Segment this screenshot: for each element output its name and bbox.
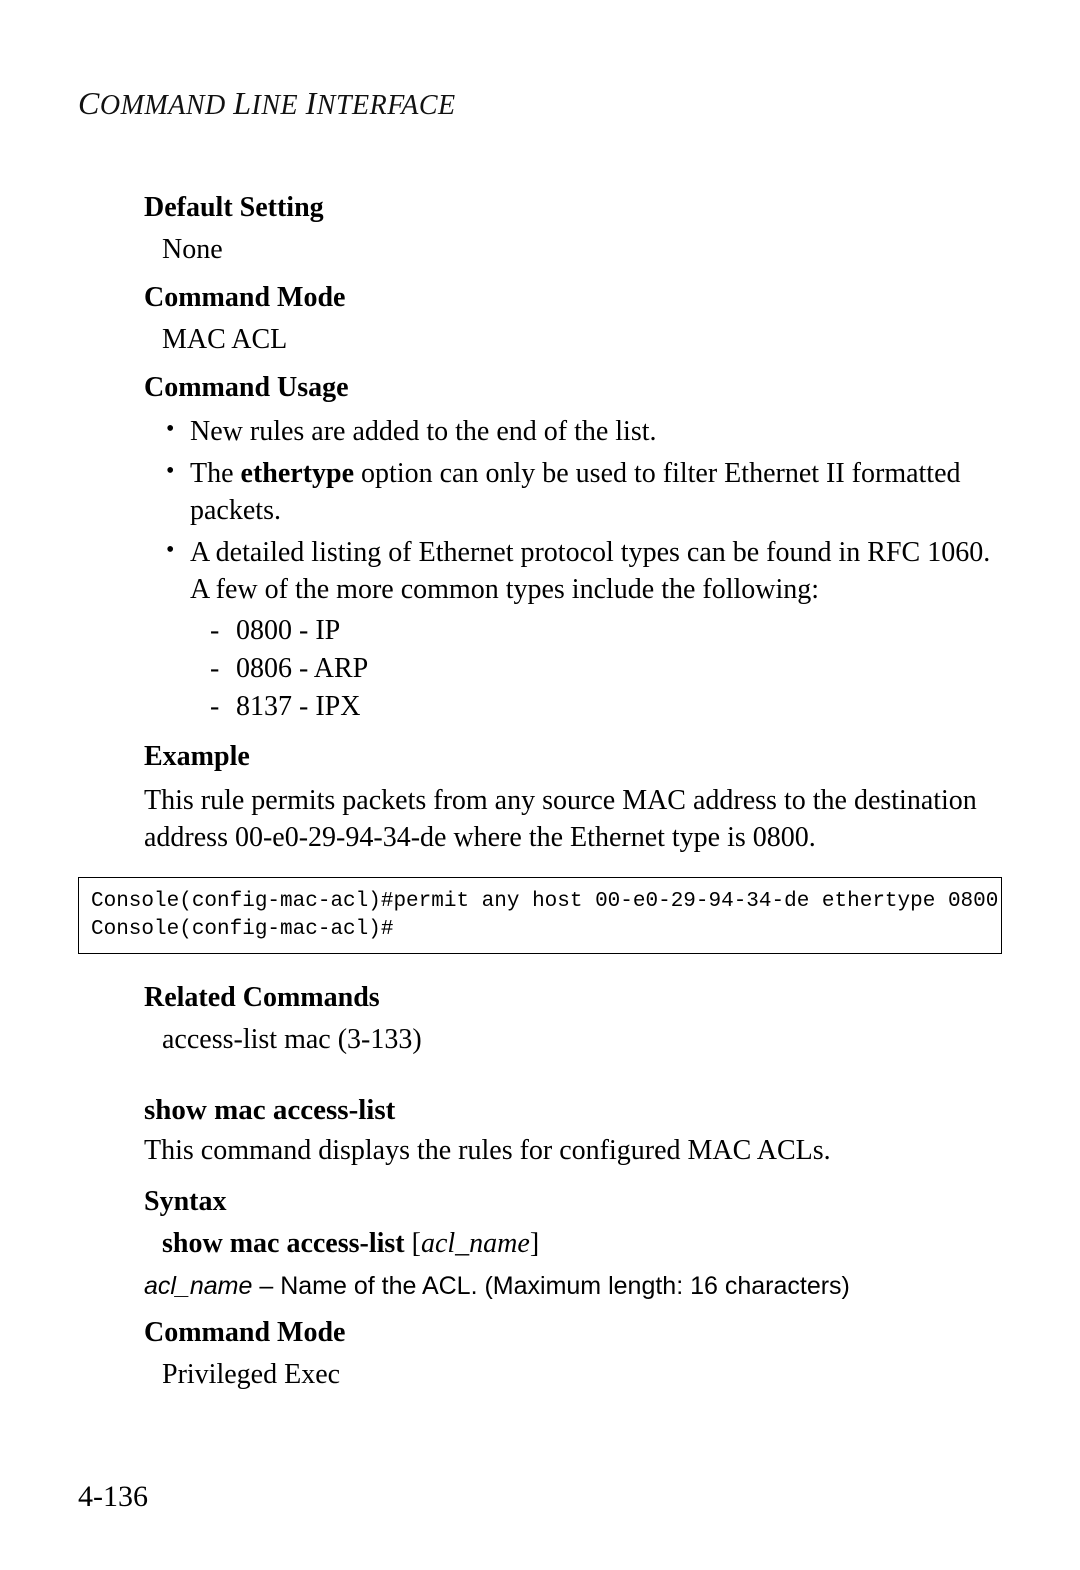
sub-list: 0800 - IP 0806 - ARP 8137 - IPX: [190, 612, 1002, 725]
usage-text: New rules are added to the end of the li…: [190, 416, 657, 447]
related-value: access-list mac (3-133): [144, 1024, 1002, 1056]
param-desc: acl_name – Name of the ACL. (Maximum len…: [144, 1272, 1002, 1301]
syntax-close: ]: [530, 1228, 539, 1259]
content-area: Default Setting None Command Mode MAC AC…: [78, 192, 1002, 1391]
show-cmd-desc: This command displays the rules for conf…: [144, 1133, 1002, 1170]
show-cmd-title: show mac access-list: [144, 1094, 1002, 1127]
list-item: A detailed listing of Ethernet protocol …: [162, 535, 1002, 725]
list-item: New rules are added to the end of the li…: [162, 414, 1002, 450]
code-block: Console(config-mac-acl)#permit any host …: [78, 877, 1002, 954]
command-usage-title: Command Usage: [144, 372, 1002, 404]
syntax-kw: show mac access-list: [162, 1228, 405, 1259]
usage-text-bold: ethertype: [241, 458, 355, 489]
command-mode-title-2: Command Mode: [144, 1317, 1002, 1349]
usage-text-pre: The: [190, 458, 241, 489]
page-number: 4-136: [78, 1480, 148, 1514]
sub-text: 8137 - IPX: [236, 691, 360, 722]
default-setting-title: Default Setting: [144, 192, 1002, 224]
sub-text: 0800 - IP: [236, 615, 340, 646]
param-text: – Name of the ACL. (Maximum length: 16 c…: [252, 1272, 849, 1300]
list-item: 0800 - IP: [210, 612, 1002, 650]
list-item: 0806 - ARP: [210, 650, 1002, 688]
command-mode-value-2: Privileged Exec: [144, 1359, 1002, 1391]
syntax-open: [: [405, 1228, 421, 1259]
sub-text: 0806 - ARP: [236, 653, 368, 684]
example-title: Example: [144, 741, 1002, 773]
syntax-title: Syntax: [144, 1186, 1002, 1218]
page: COMMAND LINE INTERFACE Default Setting N…: [0, 0, 1080, 1570]
page-header: COMMAND LINE INTERFACE: [78, 85, 1002, 122]
header-text: COMMAND LINE INTERFACE: [78, 90, 456, 121]
command-mode-value: MAC ACL: [144, 324, 1002, 356]
list-item: 8137 - IPX: [210, 688, 1002, 726]
syntax-line: show mac access-list [acl_name]: [144, 1228, 1002, 1260]
default-setting-value: None: [144, 234, 1002, 266]
usage-list: New rules are added to the end of the li…: [144, 414, 1002, 725]
syntax-param: acl_name: [421, 1228, 530, 1259]
list-item: The ethertype option can only be used to…: [162, 456, 1002, 529]
command-mode-title: Command Mode: [144, 282, 1002, 314]
related-title: Related Commands: [144, 982, 1002, 1014]
param-name: acl_name: [144, 1272, 252, 1300]
usage-text: A detailed listing of Ethernet protocol …: [190, 537, 990, 604]
example-text: This rule permits packets from any sourc…: [144, 783, 1002, 857]
